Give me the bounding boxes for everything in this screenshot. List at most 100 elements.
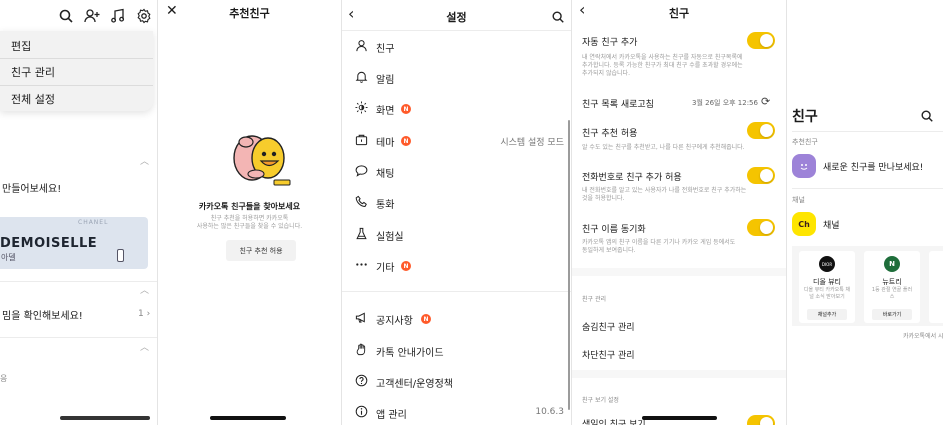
banner-subtitle: 아델 bbox=[1, 253, 16, 262]
hand-icon bbox=[355, 343, 368, 356]
panel-recommend-friends: ✕ 추천친구 카카오톡 친구들을 찾아보세요 친구 추천을 허용하면 카카오톡 … bbox=[158, 0, 341, 425]
settings-row-value: 10.6.3 bbox=[535, 407, 564, 417]
collapse-chevron-icon[interactable]: ︿ bbox=[140, 340, 149, 353]
channel-card-partial[interactable] bbox=[929, 251, 943, 323]
ad-banner[interactable]: CHANEL DEMOISELLE 아델 bbox=[0, 217, 148, 269]
more-icon bbox=[355, 258, 368, 271]
section-friend-view: 친구 보기 설정 bbox=[582, 397, 619, 404]
recommend-label: 친구 추천 허용 bbox=[582, 129, 638, 139]
card-go-button[interactable]: 바로가기 bbox=[872, 309, 912, 320]
card-name: 뉴트리 bbox=[882, 278, 902, 286]
channel-card[interactable]: DIOR 디올 뷰티 디올 뷰티 카카오톡 채널 소식 받아보기 채널추가 bbox=[799, 251, 855, 323]
settings-row-more[interactable]: 기타 N bbox=[342, 250, 571, 280]
channel-label[interactable]: 채널 bbox=[823, 218, 840, 231]
auto-add-toggle[interactable] bbox=[747, 32, 775, 49]
page-title: 설정 bbox=[446, 11, 467, 24]
settings-row-phone[interactable]: 통화 bbox=[342, 187, 571, 217]
collapse-chevron-icon[interactable]: ︿ bbox=[140, 283, 149, 296]
panel-friends-list: 친구 추천친구 새로운 친구를 만나보세요! 채널 Ch 채널 DIOR 디올 … bbox=[787, 0, 943, 425]
refresh-time: 3월 26일 오후 12:56 bbox=[692, 99, 758, 107]
footer-text: 카카오톡에서 시 bbox=[903, 333, 943, 340]
settings-row-label: 테마 bbox=[376, 138, 395, 149]
settings-row-info[interactable]: 앱 관리 10.6.3 bbox=[342, 397, 571, 425]
search-icon[interactable] bbox=[551, 10, 565, 24]
brightness-icon bbox=[355, 101, 368, 114]
phone-add-label: 전화번호로 친구 추가 허용 bbox=[582, 173, 682, 183]
settings-row-theme[interactable]: 테마 N 시스템 설정 모드 bbox=[342, 125, 571, 155]
person-icon bbox=[355, 39, 368, 52]
collapse-chevron-icon[interactable]: ︿ bbox=[140, 154, 149, 167]
card-desc: 1등 관절 연골 플러스 bbox=[871, 287, 913, 300]
new-badge: N bbox=[401, 104, 411, 114]
auto-add-desc-3: 추가되지 않습니다. bbox=[582, 70, 630, 77]
make-text: 만들어보세요! bbox=[2, 184, 62, 195]
birthday-toggle[interactable] bbox=[747, 415, 775, 425]
settings-row-bell[interactable]: 알림 bbox=[342, 62, 571, 92]
card-add-button[interactable]: 채널추가 bbox=[807, 309, 847, 320]
settings-row-label: 고객센터/운영정책 bbox=[376, 379, 453, 390]
card-desc: 디올 뷰티 카카오톡 채널 소식 받아보기 bbox=[803, 287, 851, 300]
search-icon[interactable] bbox=[58, 8, 74, 24]
refresh-label[interactable]: 친구 목록 새로고침 bbox=[582, 97, 654, 110]
theme-icon bbox=[355, 133, 368, 146]
channel-card-scroller[interactable]: DIOR 디올 뷰티 디올 뷰티 카카오톡 채널 소식 받아보기 채널추가 N … bbox=[792, 246, 943, 326]
divider bbox=[792, 131, 943, 132]
settings-row-help[interactable]: 고객센터/운영정책 bbox=[342, 366, 571, 396]
refresh-icon[interactable]: ⟳ bbox=[761, 95, 770, 108]
settings-row-person[interactable]: 친구 bbox=[342, 31, 571, 61]
check-text: 밈을 확인해보세요! bbox=[2, 311, 83, 322]
card-name: 디올 뷰티 bbox=[813, 278, 841, 286]
phone-add-desc-2: 것을 허용합니다. bbox=[582, 195, 625, 202]
new-badge: N bbox=[421, 314, 431, 324]
hidden-friends-item[interactable]: 숨김친구 관리 bbox=[582, 320, 635, 333]
recommend-toggle[interactable] bbox=[747, 122, 775, 139]
banner-brand: CHANEL bbox=[78, 219, 109, 226]
info-icon bbox=[355, 405, 368, 418]
gear-icon[interactable] bbox=[136, 8, 152, 24]
recommend-section-label: 추천친구 bbox=[792, 138, 818, 146]
section-gap bbox=[572, 268, 786, 276]
recommend-desc: 알 수도 있는 친구를 추천받고, 나를 다른 친구에게 추천해줍니다. bbox=[582, 144, 745, 151]
settings-row-hand[interactable]: 카톡 안내가이드 bbox=[342, 335, 571, 365]
settings-row-flask[interactable]: 실험실 bbox=[342, 219, 571, 249]
divider bbox=[342, 291, 571, 292]
menu-item-all-settings[interactable]: 전체 설정 bbox=[11, 91, 55, 107]
menu-item-friend-manage[interactable]: 친구 관리 bbox=[11, 64, 55, 80]
name-sync-toggle[interactable] bbox=[747, 219, 775, 236]
scrollbar[interactable] bbox=[568, 120, 570, 410]
phone-icon bbox=[355, 195, 368, 208]
channel-section-label: 채널 bbox=[792, 196, 805, 204]
count-badge[interactable]: 1 › bbox=[138, 309, 150, 319]
section-friend-manage: 친구 관리 bbox=[582, 296, 606, 303]
settings-row-megaphone[interactable]: 공지사항 N bbox=[342, 303, 571, 333]
bottle-icon bbox=[117, 249, 124, 262]
meet-new-friends[interactable]: 새로운 친구를 만나보세요! bbox=[823, 160, 923, 173]
menu-item-edit[interactable]: 편집 bbox=[11, 38, 31, 54]
description-line-2: 사용하는 많은 친구들을 찾을 수 있습니다. bbox=[196, 223, 303, 230]
nutri-logo-icon: N bbox=[884, 256, 900, 272]
music-icon[interactable] bbox=[110, 8, 126, 24]
settings-row-brightness[interactable]: 화면 N bbox=[342, 93, 571, 123]
bell-icon bbox=[355, 70, 368, 83]
settings-row-chat[interactable]: 채팅 bbox=[342, 156, 571, 186]
divider bbox=[0, 58, 153, 59]
search-icon[interactable] bbox=[920, 109, 934, 123]
banner-title: DEMOISELLE bbox=[0, 236, 98, 251]
divider bbox=[0, 281, 157, 282]
blocked-friends-item[interactable]: 차단친구 관리 bbox=[582, 348, 635, 361]
phone-add-toggle[interactable] bbox=[747, 167, 775, 184]
birthday-item[interactable]: 생일인 친구 보기 bbox=[582, 417, 646, 425]
new-badge: N bbox=[401, 136, 411, 146]
name-sync-label: 친구 이름 동기화 bbox=[582, 225, 646, 235]
settings-row-label: 채팅 bbox=[376, 169, 395, 180]
panel-friends-home: 편집 친구 관리 전체 설정 ︿ 만들어보세요! CHANEL DEMOISEL… bbox=[0, 0, 157, 425]
section-gap bbox=[572, 370, 786, 378]
settings-row-label: 알림 bbox=[376, 75, 395, 86]
allow-recommend-button[interactable]: 친구 추천 허용 bbox=[226, 240, 296, 261]
divider bbox=[792, 188, 943, 189]
divider bbox=[0, 337, 157, 338]
add-friend-icon[interactable] bbox=[84, 8, 100, 24]
help-icon bbox=[355, 374, 368, 387]
channel-card[interactable]: N 뉴트리 1등 관절 연골 플러스 바로가기 bbox=[864, 251, 920, 323]
settings-row-value: 시스템 설정 모드 bbox=[500, 138, 564, 148]
